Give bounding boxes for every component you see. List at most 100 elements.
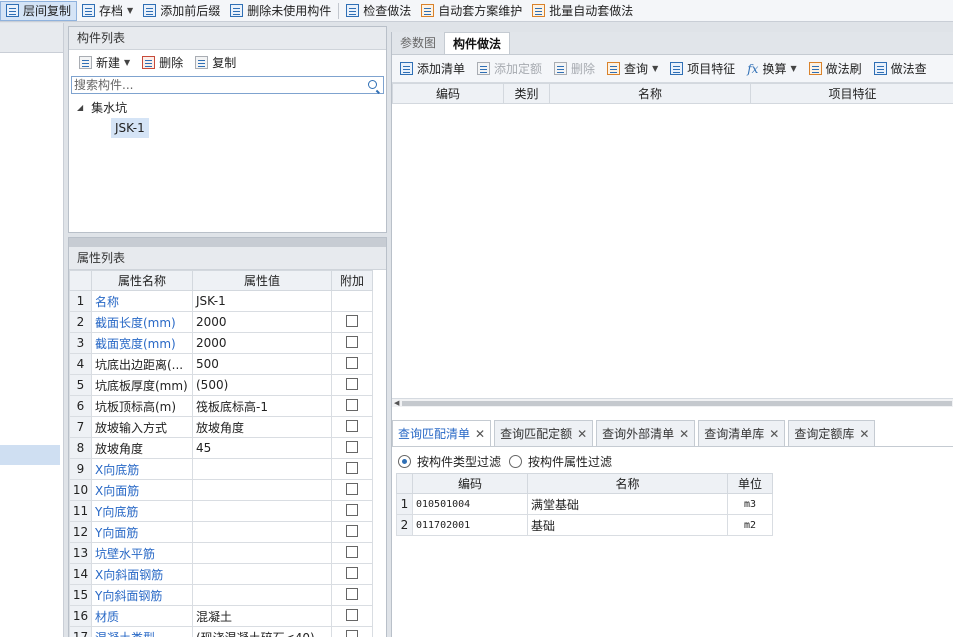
add-quota-button[interactable]: 添加定额 — [471, 59, 548, 79]
query-tab[interactable]: 查询清单库 ✕ — [698, 420, 786, 446]
extra-checkbox[interactable] — [346, 587, 358, 600]
column-header[interactable]: 项目特征 — [750, 83, 953, 104]
component-search-input[interactable] — [72, 77, 362, 93]
attribute-row[interactable]: 9 X向底筋 — [69, 458, 373, 480]
extra-checkbox[interactable] — [346, 503, 358, 516]
attribute-value[interactable]: 2000 — [192, 332, 332, 354]
chevron-down-icon[interactable]: ▼ — [790, 64, 796, 73]
attribute-value[interactable] — [192, 584, 332, 606]
add-prefix-suffix-button[interactable]: 添加前后缀 — [138, 1, 225, 21]
attribute-value[interactable] — [192, 458, 332, 480]
extra-checkbox[interactable] — [346, 398, 358, 411]
column-header[interactable]: 类别 — [503, 83, 550, 104]
attribute-value[interactable] — [192, 500, 332, 522]
extra-checkbox[interactable] — [346, 461, 358, 474]
convert-button[interactable]: fx 换算 ▼ — [741, 59, 802, 79]
attribute-value[interactable]: 放坡角度 — [192, 416, 332, 438]
attribute-value[interactable] — [192, 542, 332, 564]
extra-checkbox[interactable] — [346, 524, 358, 537]
close-icon[interactable]: ✕ — [769, 427, 779, 441]
chevron-down-icon[interactable]: ▼ — [652, 64, 658, 73]
attribute-row[interactable]: 10 X向面筋 — [69, 479, 373, 501]
attribute-row[interactable]: 3 截面宽度(mm) 2000 — [69, 332, 373, 354]
attribute-row[interactable]: 15 Y向斜面钢筋 — [69, 584, 373, 606]
extra-checkbox[interactable] — [346, 377, 358, 390]
attribute-value[interactable] — [192, 521, 332, 543]
add-list-button[interactable]: 添加清单 — [394, 59, 471, 79]
query-tab[interactable]: 查询匹配定额 ✕ — [494, 420, 594, 446]
close-icon[interactable]: ✕ — [679, 427, 689, 441]
chevron-down-icon[interactable]: ▼ — [127, 6, 133, 15]
column-header[interactable]: 单位 — [727, 473, 773, 494]
attribute-row[interactable]: 17混凝土类型(现浇混凝土碎石<40) — [69, 626, 373, 637]
column-header[interactable]: 属性名称 — [91, 270, 193, 291]
filter-type-radio[interactable] — [398, 454, 411, 468]
extra-checkbox[interactable] — [346, 629, 358, 637]
query-button[interactable]: 查询 ▼ — [601, 59, 664, 79]
attribute-value[interactable]: (500) — [192, 374, 332, 396]
table-row[interactable]: 2 011702001 基础 m2 — [396, 514, 773, 536]
extra-checkbox[interactable] — [346, 440, 358, 453]
attribute-value[interactable] — [192, 479, 332, 501]
extra-checkbox[interactable] — [346, 419, 358, 432]
attribute-row[interactable]: 7 放坡输入方式 放坡角度 — [69, 416, 373, 438]
attribute-value[interactable]: (现浇混凝土碎石<40) — [192, 626, 332, 637]
attribute-row[interactable]: 6 坑板顶标高(m) 筏板底标高-1 — [69, 395, 373, 417]
auto-scheme-button[interactable]: 自动套方案维护 — [416, 1, 527, 21]
tab-component-method[interactable]: 构件做法 — [444, 32, 511, 54]
column-header[interactable]: 属性值 — [192, 270, 332, 291]
delete-method-button[interactable]: 删除 — [548, 59, 601, 79]
tree-item[interactable]: JSK-1 — [77, 118, 386, 138]
delete-component-button[interactable]: 删除 — [136, 52, 189, 72]
attribute-row[interactable]: 2 截面长度(mm) 2000 — [69, 311, 373, 333]
column-header[interactable]: 名称 — [527, 473, 728, 494]
query-tab[interactable]: 查询定额库 ✕ — [788, 420, 876, 446]
query-tab[interactable]: 查询匹配清单 ✕ — [392, 420, 492, 446]
attribute-value[interactable]: 500 — [192, 353, 332, 375]
copy-component-button[interactable]: 复制 — [189, 52, 242, 72]
filter-type-label[interactable]: 按构件类型过滤 — [417, 453, 501, 470]
attribute-value[interactable]: 45 — [192, 437, 332, 459]
scroll-left-icon[interactable]: ◀ — [394, 399, 399, 407]
query-tab[interactable]: 查询外部清单 ✕ — [596, 420, 696, 446]
horizontal-scrollbar[interactable]: ◀ — [392, 398, 953, 407]
filter-attr-radio[interactable] — [509, 454, 523, 468]
attribute-row[interactable]: 12 Y向面筋 — [69, 521, 373, 543]
column-header[interactable]: 名称 — [549, 83, 751, 104]
close-icon[interactable]: ✕ — [475, 427, 485, 441]
extra-checkbox[interactable] — [346, 545, 358, 558]
tab-parameter-diagram[interactable]: 参数图 — [392, 32, 444, 54]
archive-button[interactable]: 存档 ▼ — [77, 1, 138, 21]
attribute-value[interactable] — [192, 563, 332, 585]
attribute-value[interactable]: 筏板底标高-1 — [192, 395, 332, 417]
layer-copy-button[interactable]: 层间复制 — [0, 0, 78, 21]
item-feature-button[interactable]: 项目特征 — [664, 59, 741, 79]
close-icon[interactable]: ✕ — [859, 427, 869, 441]
attribute-value[interactable]: JSK-1 — [192, 290, 332, 312]
method-brush-button[interactable]: 做法刷 — [803, 59, 868, 79]
attribute-row[interactable]: 11 Y向底筋 — [69, 500, 373, 522]
extra-checkbox[interactable] — [346, 356, 358, 369]
attribute-row[interactable]: 1 名称 JSK-1 — [69, 290, 373, 312]
extra-checkbox[interactable] — [346, 314, 358, 327]
attribute-row[interactable]: 16 材质 混凝土 — [69, 605, 373, 627]
left-navigation-selected-item[interactable] — [0, 445, 60, 465]
attribute-value[interactable]: 2000 — [192, 311, 332, 333]
batch-auto-button[interactable]: 批量自动套做法 — [527, 1, 638, 21]
delete-unused-button[interactable]: 删除未使用构件 — [225, 1, 336, 21]
method-query-button[interactable]: 做法查 — [868, 59, 933, 79]
extra-checkbox[interactable] — [346, 608, 358, 621]
filter-attr-label[interactable]: 按构件属性过滤 — [528, 453, 612, 470]
new-component-button[interactable]: 新建 ▼ — [73, 52, 136, 72]
check-method-button[interactable]: 检查做法 — [341, 1, 416, 21]
attribute-row[interactable]: 14 X向斜面钢筋 — [69, 563, 373, 585]
search-icon[interactable] — [368, 80, 377, 89]
chevron-down-icon[interactable]: ▼ — [124, 58, 130, 67]
column-header[interactable]: 附加 — [331, 270, 373, 291]
attribute-value[interactable]: 混凝土 — [192, 605, 332, 627]
extra-checkbox[interactable] — [346, 482, 358, 495]
extra-checkbox[interactable] — [346, 566, 358, 579]
close-icon[interactable]: ✕ — [577, 427, 587, 441]
scrollbar-thumb[interactable] — [402, 401, 952, 406]
column-header[interactable]: 编码 — [412, 473, 528, 494]
